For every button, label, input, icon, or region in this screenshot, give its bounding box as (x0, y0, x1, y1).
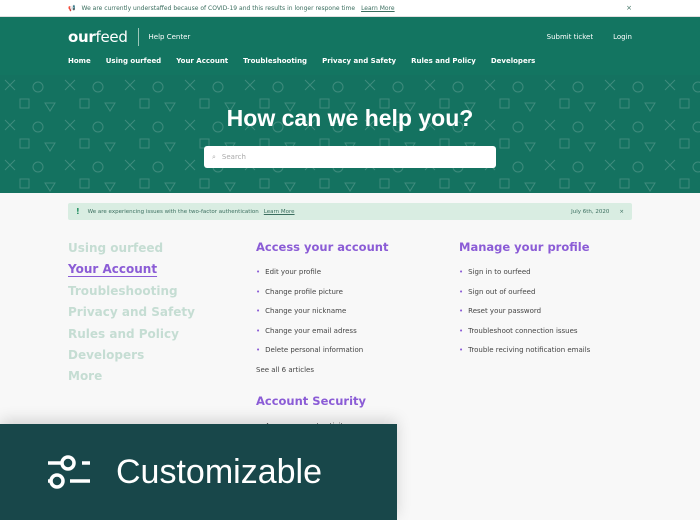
notice-learn-more-link[interactable]: Learn More (361, 5, 395, 12)
article-link[interactable]: Edit your profile (256, 263, 388, 283)
manage-section: Manage your profile Sign in to ourfeed S… (459, 240, 590, 361)
article-link[interactable]: Change profile picture (256, 283, 388, 303)
section-title: Access your account (256, 240, 389, 254)
main-nav: Home Using ourfeed Your Account Troubles… (68, 57, 632, 78)
close-icon[interactable]: × (626, 4, 632, 12)
sliders-icon (48, 455, 90, 489)
sidebar-item-using-ourfeed[interactable]: Using ourfeed (68, 238, 195, 259)
submit-ticket-link[interactable]: Submit ticket (547, 33, 593, 41)
nav-home[interactable]: Home (68, 57, 91, 78)
exclamation-icon: ! (76, 207, 80, 216)
search-input[interactable]: ⌕ Search (204, 146, 496, 168)
sidebar-item-privacy[interactable]: Privacy and Safety (68, 302, 195, 323)
article-link[interactable]: Change your email adress (256, 322, 388, 342)
section-title: Account Security (256, 394, 367, 408)
alert-date: July 6th, 2020 (571, 208, 610, 215)
article-link[interactable]: Reset your password (459, 302, 590, 322)
overlay-label: Customizable (116, 452, 322, 491)
article-link[interactable]: Sign in to ourfeed (459, 263, 590, 283)
sidebar-item-troubleshooting[interactable]: Troubleshooting (68, 281, 195, 302)
see-all-link[interactable]: See all 6 articles (256, 361, 388, 381)
article-link[interactable]: Delete personal information (256, 341, 388, 361)
close-icon[interactable]: × (619, 209, 624, 215)
article-link[interactable]: Trouble reciving notification emails (459, 341, 590, 361)
sidebar-item-rules[interactable]: Rules and Policy (68, 324, 195, 345)
article-link[interactable]: Sign out of ourfeed (459, 283, 590, 303)
article-link[interactable]: Change your nickname (256, 302, 388, 322)
nav-rules[interactable]: Rules and Policy (411, 57, 476, 75)
notice-bar: 📢 We are currently understaffed because … (0, 0, 700, 17)
sidebar-item-your-account[interactable]: Your Account (68, 259, 195, 280)
megaphone-icon: 📢 (68, 4, 76, 12)
notice-text: We are currently understaffed because of… (81, 4, 356, 12)
alert-banner: ! We are experiencing issues with the tw… (68, 203, 632, 220)
login-link[interactable]: Login (613, 33, 632, 41)
sidebar-item-developers[interactable]: Developers (68, 345, 195, 366)
search-icon: ⌕ (212, 152, 216, 161)
logo[interactable]: ourfeed (68, 28, 128, 46)
category-sidebar: Using ourfeed Your Account Troubleshooti… (68, 238, 195, 388)
nav-using-ourfeed[interactable]: Using ourfeed (106, 57, 161, 75)
nav-privacy[interactable]: Privacy and Safety (322, 57, 396, 75)
alert-learn-more-link[interactable]: Learn More (264, 209, 295, 215)
section-title: Manage your profile (459, 240, 590, 254)
nav-your-account[interactable]: Your Account (176, 57, 228, 75)
hero: How can we help you? ⌕ Search (0, 75, 700, 193)
header: ourfeed Help Center Submit ticket Login … (0, 17, 700, 78)
customizable-overlay: Customizable (0, 424, 397, 520)
nav-troubleshooting[interactable]: Troubleshooting (243, 57, 307, 75)
article-link[interactable]: Troubleshoot connection issues (459, 322, 590, 342)
hero-title: How can we help you? (226, 105, 474, 131)
help-center-label: Help Center (148, 33, 191, 41)
access-section: Access your account Edit your profile Ch… (256, 240, 388, 437)
sidebar-item-more[interactable]: More (68, 366, 195, 387)
nav-developers[interactable]: Developers (491, 57, 535, 75)
